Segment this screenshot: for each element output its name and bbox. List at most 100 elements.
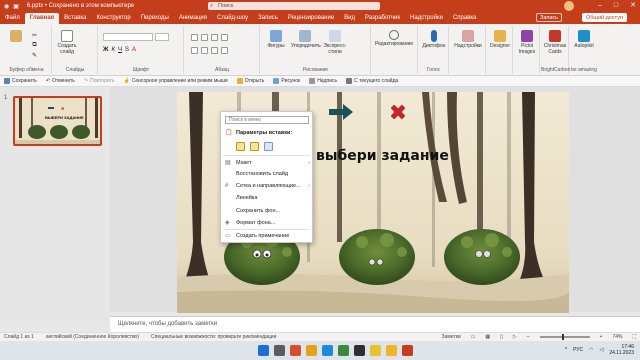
addins-button[interactable]: Надстройки <box>454 30 482 49</box>
underline-icon[interactable]: Ч <box>118 47 122 53</box>
wifi-icon[interactable]: ◠ <box>589 347 593 353</box>
tab-home[interactable]: Главная <box>24 13 60 24</box>
menu-item-format-background[interactable]: ◈ Формат фона... <box>221 218 314 228</box>
qa-from-current[interactable]: С текущего слайда <box>346 78 398 84</box>
close-icon[interactable]: ✕ <box>630 0 636 12</box>
format-painter-icon[interactable]: ✎ <box>32 52 37 59</box>
search-icon[interactable] <box>274 345 285 356</box>
qa-textbox[interactable]: Надпись <box>309 78 337 84</box>
bullets-icon[interactable] <box>191 33 198 41</box>
app-icon[interactable] <box>370 345 381 356</box>
autosave-icon[interactable]: ◉ <box>4 3 9 10</box>
designer-button[interactable]: Designer <box>488 30 512 49</box>
italic-icon[interactable]: К <box>111 47 115 53</box>
fit-slide-icon[interactable]: ⛶ <box>632 334 636 340</box>
tab-record[interactable]: Запись <box>253 13 283 24</box>
paste-button[interactable] <box>5 30 27 43</box>
volume-icon[interactable]: ◁ <box>599 347 603 353</box>
tab-developer[interactable]: Разработчик <box>360 13 405 24</box>
zoom-thumb[interactable] <box>561 334 564 340</box>
files-icon[interactable] <box>386 345 397 356</box>
tab-file[interactable]: Файл <box>0 13 25 24</box>
menu-item-new-comment[interactable]: ▭ Создать примечание <box>221 231 314 241</box>
font-size-input[interactable] <box>155 33 169 41</box>
menu-item-layout[interactable]: ▤ Макет › <box>221 158 314 168</box>
notes-button[interactable]: Заметки <box>442 334 461 340</box>
christmas-button[interactable]: Christmas Cards <box>543 30 567 55</box>
cut-icon[interactable]: ✂ <box>32 32 37 39</box>
tab-design[interactable]: Конструктор <box>91 13 135 24</box>
input-language[interactable]: РУС <box>573 347 583 353</box>
paste-format-icon[interactable] <box>250 142 259 151</box>
record-button[interactable]: Запись <box>536 13 563 22</box>
folder-icon[interactable] <box>306 345 317 356</box>
edge-icon[interactable] <box>322 345 333 356</box>
tab-addins[interactable]: Надстройки <box>405 13 448 24</box>
qa-open[interactable]: Открыть <box>236 78 264 84</box>
app-icon[interactable] <box>338 345 349 356</box>
align-left-icon[interactable] <box>191 46 198 54</box>
dictate-button[interactable]: Диктофон <box>421 30 447 49</box>
font-color-icon[interactable]: A <box>132 47 136 53</box>
clock[interactable]: 17:46 24.11.2023 <box>609 344 634 356</box>
tab-review[interactable]: Рецензирование <box>283 13 339 24</box>
qa-redo[interactable]: ↷ Повторить <box>84 78 115 84</box>
zoom-out-icon[interactable]: – <box>527 334 530 340</box>
paste-picture-icon[interactable] <box>264 142 273 151</box>
reading-view-icon[interactable]: ▯ <box>500 334 503 340</box>
copy-icon[interactable]: ⧉ <box>32 42 36 49</box>
tab-help[interactable]: Справка <box>448 13 482 24</box>
avatar[interactable] <box>564 1 574 11</box>
align-right-icon[interactable] <box>211 46 218 54</box>
zoom-slider[interactable] <box>539 334 590 340</box>
maximize-icon[interactable]: □ <box>614 0 618 12</box>
tab-view[interactable]: Вид <box>339 13 360 24</box>
tab-insert[interactable]: Вставка <box>59 13 91 24</box>
menu-search-input[interactable]: Поиск в меню <box>225 116 309 124</box>
start-icon[interactable] <box>258 345 269 356</box>
share-button[interactable]: Общий доступ <box>582 13 627 22</box>
menu-item-grid[interactable]: # Сетка и направляющие... › <box>221 181 314 191</box>
menu-item-reset-slide[interactable]: Восстановить слайд <box>221 169 314 179</box>
accessibility-status[interactable]: Специальные возможности: проверьте реком… <box>151 334 276 340</box>
bold-icon[interactable]: Ж <box>103 47 108 53</box>
powerpoint-icon[interactable] <box>402 345 413 356</box>
autopilot-button[interactable]: Autopilot <box>572 30 596 49</box>
font-name-input[interactable] <box>103 33 153 41</box>
strikethrough-icon[interactable]: S <box>125 47 129 53</box>
save-icon[interactable]: ▣ <box>13 3 19 10</box>
line-spacing-icon[interactable] <box>221 33 228 41</box>
shapes-button[interactable]: Фигуры <box>265 30 287 49</box>
qa-touch[interactable]: ☝ Сенсорное управление или режим мыши <box>124 78 228 84</box>
arrange-button[interactable]: Упорядочить <box>291 30 321 49</box>
slideshow-view-icon[interactable]: ▷ <box>513 334 517 340</box>
chevron-up-icon[interactable]: ^ <box>565 347 567 353</box>
new-slide-button[interactable]: Создать слайд <box>55 30 79 55</box>
slide-thumbnail[interactable]: ✖ ВЫБЕРИ ЗАДАНИЕ <box>13 96 102 146</box>
menu-item-ruler[interactable]: Линейка <box>221 193 314 203</box>
qa-picture[interactable]: Рисунок <box>273 78 300 84</box>
justify-icon[interactable] <box>221 46 228 54</box>
paste-theme-icon[interactable] <box>236 142 245 151</box>
sorter-view-icon[interactable]: ▦ <box>485 334 490 340</box>
notes-pane[interactable]: Щелкните, чтобы добавить заметки <box>110 316 640 332</box>
minimize-icon[interactable]: – <box>598 0 602 12</box>
tab-animation[interactable]: Анимация <box>174 13 212 24</box>
pickit-button[interactable]: Pickit Images <box>515 30 539 55</box>
app-icon[interactable] <box>354 345 365 356</box>
align-center-icon[interactable] <box>201 46 208 54</box>
qa-undo[interactable]: ↶ Отменить <box>46 78 75 84</box>
numbering-icon[interactable] <box>201 33 208 41</box>
quick-styles-button[interactable]: Экспресс-стили <box>321 30 349 55</box>
search-box[interactable]: ⌕ Поиск <box>208 2 380 10</box>
normal-view-icon[interactable]: ▭ <box>471 334 476 340</box>
indent-icon[interactable] <box>211 33 218 41</box>
zoom-level[interactable]: 74% <box>612 334 622 340</box>
menu-item-save-background[interactable]: Сохранить фон... <box>221 206 314 216</box>
slide-title[interactable]: выбери задание <box>316 148 449 164</box>
tab-transitions[interactable]: Переходы <box>136 13 174 24</box>
editing-button[interactable]: Редактирование <box>374 30 414 47</box>
app-icon[interactable] <box>290 345 301 356</box>
tab-slideshow[interactable]: Слайд-шоу <box>212 13 253 24</box>
language-indicator[interactable]: английский (Соединенное Королевство) <box>46 334 139 340</box>
